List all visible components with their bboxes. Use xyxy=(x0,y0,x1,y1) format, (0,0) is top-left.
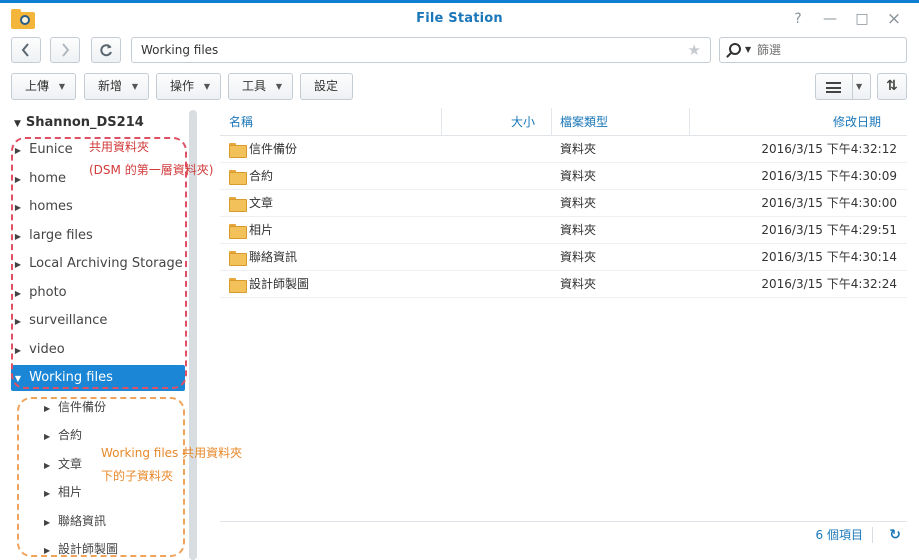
title-bar: File Station ? — □ × xyxy=(0,0,919,36)
column-header-size[interactable]: 大小 xyxy=(511,108,535,136)
file-name: 聯絡資訊 xyxy=(249,250,298,264)
table-row[interactable]: 信件備份 資料夾 2016/3/15 下午4:32:12 xyxy=(220,136,907,163)
file-modified: 2016/3/15 下午4:30:14 xyxy=(761,250,897,264)
tree-root-label: Shannon_DS214 xyxy=(25,115,144,130)
file-list: 名稱 大小 檔案類型 修改日期 信件備份 資料夾 2016/3/15 下午4:3… xyxy=(220,108,907,528)
upload-label: 上傳 xyxy=(25,79,50,93)
file-modified: 2016/3/15 下午4:29:51 xyxy=(761,223,897,237)
search-icon[interactable] xyxy=(729,43,741,55)
sort-icon: ⇅ xyxy=(886,78,898,94)
path-bar[interactable]: Working files ★ xyxy=(131,37,711,63)
refresh-button[interactable] xyxy=(91,37,121,63)
folder-icon xyxy=(229,197,247,212)
refresh-icon xyxy=(100,44,112,57)
settings-button[interactable]: 設定 xyxy=(300,73,353,100)
help-icon[interactable]: ? xyxy=(788,10,808,28)
column-header-modified[interactable]: 修改日期 xyxy=(833,108,881,136)
path-text: Working files xyxy=(141,43,219,57)
file-modified: 2016/3/15 下午4:32:24 xyxy=(761,277,897,291)
item-count: 6 個項目 xyxy=(815,528,863,542)
tree-root[interactable]: ▼ Shannon_DS214 xyxy=(14,115,144,130)
folder-icon xyxy=(229,224,247,239)
list-view-icon xyxy=(826,82,841,93)
file-name: 設計師製圖 xyxy=(249,277,310,291)
table-row[interactable]: 文章 資料夾 2016/3/15 下午4:30:00 xyxy=(220,190,907,217)
expand-arrow-icon[interactable]: ▼ xyxy=(14,119,21,129)
caret-down-icon[interactable]: ▼ xyxy=(856,74,862,99)
caret-down-icon[interactable]: ▼ xyxy=(745,38,751,62)
file-modified: 2016/3/15 下午4:30:00 xyxy=(761,196,897,210)
caret-down-icon: ▼ xyxy=(131,82,138,91)
file-name: 相片 xyxy=(249,223,274,237)
caret-down-icon: ▼ xyxy=(58,82,65,91)
chevron-left-icon xyxy=(21,43,29,57)
create-button[interactable]: 新增 ▼ xyxy=(84,73,149,100)
settings-label: 設定 xyxy=(314,79,339,93)
window-title: File Station xyxy=(416,11,503,26)
file-type: 資料夾 xyxy=(560,250,597,264)
annotation-text: 下的子資料夾 xyxy=(101,469,174,483)
folder-icon xyxy=(229,170,247,185)
caret-down-icon: ▼ xyxy=(203,82,210,91)
annotation-text: (DSM 的第一層資料夾) xyxy=(89,163,214,177)
minimize-icon[interactable]: — xyxy=(820,10,840,28)
table-row[interactable]: 相片 資料夾 2016/3/15 下午4:29:51 xyxy=(220,217,907,244)
file-type: 資料夾 xyxy=(560,223,597,237)
forward-button[interactable] xyxy=(50,37,80,63)
sort-button[interactable]: ⇅ xyxy=(877,73,907,100)
file-modified: 2016/3/15 下午4:30:09 xyxy=(761,169,897,183)
view-mode-button[interactable]: ▼ xyxy=(815,73,871,100)
tools-label: 工具 xyxy=(242,79,267,93)
column-header-type[interactable]: 檔案類型 xyxy=(560,108,608,136)
file-type: 資料夾 xyxy=(560,277,597,291)
tools-button[interactable]: 工具 ▼ xyxy=(228,73,293,100)
chevron-right-icon xyxy=(62,43,70,57)
column-header-name[interactable]: 名稱 xyxy=(229,108,253,136)
file-type: 資料夾 xyxy=(560,142,597,156)
refresh-icon[interactable]: ↻ xyxy=(889,522,901,548)
list-header: 名稱 大小 檔案類型 修改日期 xyxy=(220,108,907,136)
file-type: 資料夾 xyxy=(560,169,597,183)
filter-field[interactable]: ▼ xyxy=(719,37,907,63)
caret-down-icon: ▼ xyxy=(275,82,282,91)
action-button[interactable]: 操作 ▼ xyxy=(156,73,221,100)
create-label: 新增 xyxy=(98,79,123,93)
close-icon[interactable]: × xyxy=(884,10,904,28)
folder-icon xyxy=(229,278,247,293)
annotation-text: 共用資料夾 xyxy=(89,140,150,154)
star-icon[interactable]: ★ xyxy=(688,38,701,62)
folder-icon xyxy=(229,251,247,266)
file-name: 信件備份 xyxy=(249,142,298,156)
action-label: 操作 xyxy=(170,79,195,93)
status-bar: 6 個項目 ↻ xyxy=(220,521,907,549)
table-row[interactable]: 合約 資料夾 2016/3/15 下午4:30:09 xyxy=(220,163,907,190)
filter-input[interactable] xyxy=(757,38,897,62)
table-row[interactable]: 聯絡資訊 資料夾 2016/3/15 下午4:30:14 xyxy=(220,244,907,271)
back-button[interactable] xyxy=(11,37,41,63)
table-row[interactable]: 設計師製圖 資料夾 2016/3/15 下午4:32:24 xyxy=(220,271,907,298)
file-modified: 2016/3/15 下午4:32:12 xyxy=(761,142,897,156)
file-name: 合約 xyxy=(249,169,274,183)
maximize-icon[interactable]: □ xyxy=(852,10,872,28)
folder-icon xyxy=(229,143,247,158)
upload-button[interactable]: 上傳 ▼ xyxy=(11,73,76,100)
file-type: 資料夾 xyxy=(560,196,597,210)
file-name: 文章 xyxy=(249,196,274,210)
